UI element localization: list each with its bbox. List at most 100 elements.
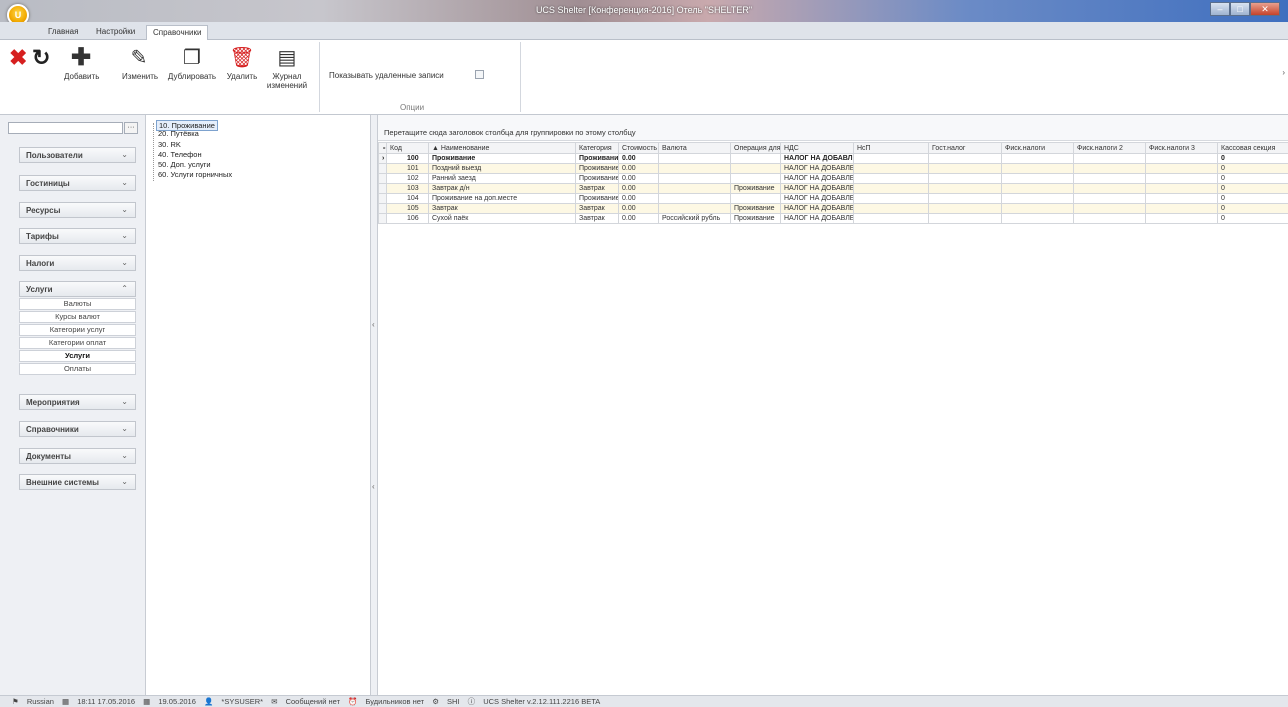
table-cell[interactable]: Проживание [730,183,781,194]
table-cell[interactable]: Ранний заезд [428,173,576,184]
table-row[interactable]: › 100 Проживание Проживание 0.00 НАЛОГ НА ДОБ… [378,153,1288,164]
table-row[interactable]: 104 Проживание на доп.месте Проживание 0.00… [378,193,1288,204]
table-cell[interactable] [1001,203,1074,214]
nav-group-taxes[interactable]: Налоги ⌄ [19,255,136,271]
column-header[interactable]: ▲ Наименование [428,142,576,154]
table-cell[interactable] [853,193,929,204]
table-cell[interactable] [928,163,1002,174]
table-cell[interactable] [1001,193,1074,204]
table-cell[interactable]: Завтрак [575,203,619,214]
table-cell[interactable] [1145,193,1218,204]
close-window-icon[interactable]: ✕ [1250,2,1280,16]
nav-group-tariffs[interactable]: Тарифы ⌄ [19,228,136,244]
table-cell[interactable]: Проживание [575,163,619,174]
nav-group-events[interactable]: Мероприятия ⌄ [19,394,136,410]
nav-group-documents[interactable]: Документы ⌄ [19,448,136,464]
table-cell[interactable] [1145,203,1218,214]
table-cell[interactable] [928,173,1002,184]
nav-search-button[interactable]: ··· [124,122,138,134]
nav-item-payment-categories[interactable]: Категории оплат [19,337,136,349]
tree-node[interactable]: 20. Путёвка [158,129,199,138]
column-header[interactable]: Код [386,142,429,154]
table-cell[interactable] [1145,173,1218,184]
table-cell[interactable]: Проживание [575,153,619,164]
table-cell[interactable]: 0.00 [618,173,659,184]
nav-group-services[interactable]: Услуги ⌃ [19,281,136,297]
table-cell[interactable]: 0.00 [618,213,659,224]
nav-group-external-systems[interactable]: Внешние системы ⌄ [19,474,136,490]
status-language[interactable]: Russian [27,697,54,706]
nav-item-exchange-rates[interactable]: Курсы валют [19,311,136,323]
table-row[interactable]: 101 Поздний выезд Проживание 0.00 НАЛОГ НА Д… [378,163,1288,174]
table-cell[interactable] [1073,163,1146,174]
column-header[interactable]: Гост.налог [928,142,1002,154]
table-cell[interactable]: 101 [386,163,429,174]
status-messages[interactable]: Сообщений нет [286,697,340,706]
panel-splitter[interactable]: ‹ ‹ [371,115,378,695]
show-deleted-checkbox[interactable] [475,70,484,79]
cancel-button[interactable]: ✖ [9,46,27,72]
table-cell[interactable]: Поздний выезд [428,163,576,174]
delete-button[interactable]: 🗑 Удалить [226,46,258,81]
table-row[interactable]: 103 Завтрак д/н Завтрак 0.00 Проживание НАЛОГ… [378,183,1288,194]
table-cell[interactable]: Завтрак [575,183,619,194]
nav-group-users[interactable]: Пользователи ⌄ [19,147,136,163]
table-cell[interactable]: Завтрак [575,213,619,224]
table-cell[interactable] [928,183,1002,194]
table-cell[interactable]: 0.00 [618,203,659,214]
table-cell[interactable] [658,183,731,194]
table-cell[interactable] [1001,213,1074,224]
table-cell[interactable] [658,193,731,204]
table-cell[interactable]: Проживание [730,203,781,214]
row-indicator[interactable]: › [378,153,387,164]
nav-item-payments[interactable]: Оплаты [19,363,136,375]
table-row[interactable]: 102 Ранний заезд Проживание 0.00 НАЛОГ НА ДО… [378,173,1288,184]
table-cell[interactable] [1001,153,1074,164]
table-cell[interactable] [1145,213,1218,224]
table-cell[interactable]: 0 [1217,173,1288,184]
column-header[interactable]: Валюта [658,142,731,154]
table-cell[interactable] [658,163,731,174]
table-row[interactable]: 105 Завтрак Завтрак 0.00 Проживание НАЛОГ НА … [378,203,1288,214]
table-cell[interactable]: НАЛОГ НА ДОБАВЛЕ [780,153,854,164]
table-cell[interactable] [1073,173,1146,184]
column-header[interactable]: Стоимость [618,142,659,154]
table-cell[interactable]: 106 [386,213,429,224]
column-header[interactable]: Категория [575,142,619,154]
table-cell[interactable] [853,153,929,164]
table-cell[interactable] [1001,163,1074,174]
nav-item-service-categories[interactable]: Категории услуг [19,324,136,336]
table-cell[interactable] [928,153,1002,164]
group-by-panel[interactable]: Перетащите сюда заголовок столбца для гр… [378,115,1288,141]
table-cell[interactable]: 0 [1217,153,1288,164]
tab-settings[interactable]: Настройки [90,25,141,40]
ribbon-collapse-icon[interactable]: › [1282,68,1285,77]
table-cell[interactable] [1001,183,1074,194]
table-cell[interactable]: Завтрак [428,203,576,214]
table-cell[interactable]: Проживание [575,193,619,204]
table-cell[interactable] [853,183,929,194]
table-cell[interactable] [658,173,731,184]
duplicate-button[interactable]: ❐ Дублировать [165,46,219,81]
collapse-left-icon[interactable]: ‹ [372,320,375,329]
row-indicator[interactable] [378,193,387,204]
nav-item-currencies[interactable]: Валюты [19,298,136,310]
column-header[interactable]: НДС [780,142,854,154]
table-cell[interactable]: 0 [1217,193,1288,204]
table-cell[interactable]: Российский рубль [658,213,731,224]
table-cell[interactable]: НАЛОГ НА ДОБАВЛЕ [780,173,854,184]
table-cell[interactable] [928,213,1002,224]
table-cell[interactable]: 104 [386,193,429,204]
table-cell[interactable]: НАЛОГ НА ДОБАВЛЕ [780,213,854,224]
table-cell[interactable]: 0 [1217,213,1288,224]
table-row[interactable]: 106 Сухой паёк Завтрак 0.00 Российский рубль… [378,213,1288,224]
minimize-icon[interactable]: – [1210,2,1230,16]
table-cell[interactable]: НАЛОГ НА ДОБАВЛЕ [780,163,854,174]
table-cell[interactable] [1001,173,1074,184]
row-indicator[interactable] [378,183,387,194]
column-header[interactable]: НсП [853,142,929,154]
tree-node[interactable]: 60. Услуги горничных [158,170,232,179]
row-indicator[interactable] [378,203,387,214]
table-cell[interactable] [1145,163,1218,174]
edit-button[interactable]: ✎ Изменить [122,46,158,81]
